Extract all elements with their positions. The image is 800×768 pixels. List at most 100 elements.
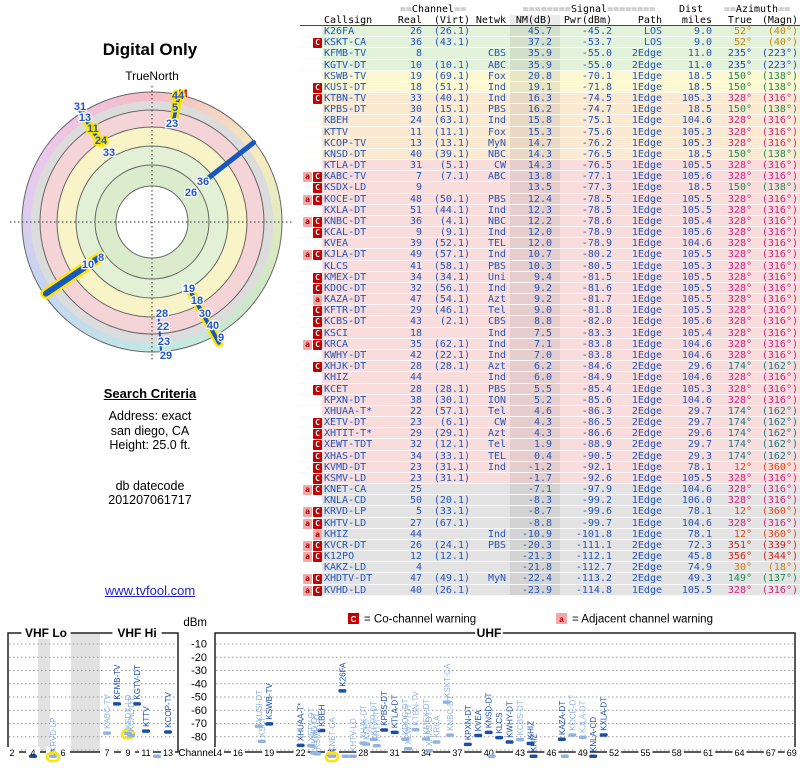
dbm-tick-label: -60 <box>191 705 207 717</box>
virtual-channel-cell: (12.1) <box>433 439 470 450</box>
station-row-KFTR-DT: C KFTR-DT 29 (46.1) Tel 9.0 -81.8 1Edge 105.5 328… <box>300 305 800 317</box>
callsign-cell: KLCS <box>324 260 349 271</box>
station-row-KPBS-DT: KPBS-DT 30 (15.1) PBS 16.2 -74.7 1Edge 18.5 150°… <box>300 104 800 116</box>
noise-margin-cell: 16.3 <box>510 93 560 104</box>
channel-tick-label: 52 <box>609 748 619 758</box>
magnetic-azimuth-cell: (316°) <box>761 338 798 349</box>
path-cell: 1Edge <box>631 160 662 171</box>
station-row-XEWT-TDT: C XEWT-TDT 32 (12.1) Tel 1.9 -88.9 2Edge 29.7 174… <box>300 439 800 451</box>
magnetic-azimuth-cell: (316°) <box>761 126 798 137</box>
real-channel-cell: 28 <box>409 361 422 372</box>
signal-marker-KCET <box>362 742 371 746</box>
distance-cell: 18.5 <box>687 182 712 193</box>
magnetic-azimuth-cell: (316°) <box>761 204 798 215</box>
path-cell: 1Edge <box>631 282 662 294</box>
virtual-channel-cell: (56.1) <box>433 282 470 294</box>
true-azimuth-cell: 328° <box>727 115 752 126</box>
virtual-channel-cell: (7.1) <box>439 171 470 182</box>
virtual-channel-cell <box>422 529 470 539</box>
channel-tick-label: 64 <box>734 748 744 758</box>
magnetic-azimuth-cell: (316°) <box>761 137 798 148</box>
station-row-K12PO: a C K12PO 12 (12.1) -21.3 -112.1 2Edge 45.8 356° (… <box>300 551 800 563</box>
svg-text:a: a <box>559 615 564 624</box>
station-row-KAKZ-LD: KAKZ-LD 4 -21.8 -112.7 2Edge 74.9 30° (18°) <box>300 562 800 574</box>
path-cell: 1Edge <box>631 461 662 472</box>
station-row-KVCR-DT: a C KVCR-DT 26 (24.1) PBS -20.3 -111.1 2Edge 72.3… <box>300 539 800 552</box>
noise-margin-cell: 14.3 <box>510 160 560 171</box>
path-cell: 1Edge <box>631 260 662 271</box>
distance-cell: 104.6 <box>681 338 712 349</box>
power-cell: -45.2 <box>581 26 612 37</box>
true-azimuth-cell: 150° <box>727 148 752 160</box>
station-row-KPXN-DT: KPXN-DT 38 (30.1) ION 5.2 -85.6 1Edge 104.6 328°… <box>300 394 800 406</box>
tvfool-link[interactable]: www.tvfool.com <box>0 583 300 598</box>
channel-tick-label: 6 <box>60 748 65 758</box>
virtual-channel-cell: (51.1) <box>433 81 470 93</box>
network-cell: Tel <box>487 439 506 450</box>
path-cell: 1Edge <box>631 394 662 405</box>
true-azimuth-cell: 235° <box>727 48 752 59</box>
network-cell: Ind <box>487 349 506 361</box>
power-cell: -99.6 <box>581 506 612 517</box>
signal-marker-XHTIT-T* <box>372 743 381 748</box>
distance-cell: 74.9 <box>687 562 712 573</box>
path-cell: 1Edge <box>631 182 662 193</box>
callsign-cell: KVHD-LD <box>324 584 367 595</box>
power-cell: -78.6 <box>581 215 612 227</box>
magnetic-azimuth-cell: (316°) <box>761 193 798 204</box>
magnetic-azimuth-cell: (316°) <box>761 294 798 305</box>
adjacent-channel-warning-icon: a <box>303 552 312 563</box>
noise-margin-cell: 37.2 <box>510 37 560 48</box>
signal-marker-label: KOCE-DT <box>568 695 577 731</box>
real-channel-cell: 36 <box>409 215 422 227</box>
distance-cell: 105.5 <box>681 249 712 260</box>
radar-channel-label: 10 <box>82 259 94 271</box>
station-row-KHIZ: KHIZ 44 Ind 6.0 -84.9 1Edge 104.6 328° (316°) <box>300 372 800 384</box>
network-cell: Azt <box>487 294 506 305</box>
callsign-cell: XHDTV-DT <box>324 573 373 584</box>
signal-marker-KABC-TV <box>103 731 111 735</box>
virtual-channel-cell <box>422 182 470 192</box>
true-azimuth-cell: 150° <box>727 182 752 193</box>
distance-cell: 105.5 <box>681 204 712 215</box>
true-azimuth-cell: 174° <box>727 439 752 450</box>
distance-cell: 29.7 <box>687 439 712 450</box>
signal-marker-label: KNLA-CD <box>589 717 598 752</box>
channel-tick-label: 49 <box>578 748 588 758</box>
power-cell: -76.5 <box>581 148 612 160</box>
power-cell: -84.6 <box>581 361 612 372</box>
network-cell <box>470 506 510 516</box>
station-row-KOCE-DT: a C KOCE-DT 48 (50.1) PBS 12.4 -78.5 1Edge 105.5 3… <box>300 193 800 205</box>
real-channel-cell: 9 <box>415 182 422 193</box>
distance-cell: 18.5 <box>687 148 712 160</box>
noise-margin-cell: 5.5 <box>510 383 560 394</box>
noise-margin-cell: 7.0 <box>510 349 560 361</box>
true-azimuth-cell: 328° <box>727 282 752 294</box>
true-azimuth-cell: 12° <box>733 506 752 517</box>
path-cell: 1Edge <box>631 204 662 215</box>
radar-channel-label: 24 <box>95 135 108 147</box>
true-azimuth-cell: 356° <box>727 551 752 562</box>
virtual-channel-cell: (67.1) <box>433 517 470 528</box>
signal-marker-label: KTLA-DT <box>391 695 400 728</box>
dbm-tick-label: -30 <box>191 665 207 677</box>
virtual-channel-cell: (11.1) <box>433 126 470 137</box>
signal-marker-KSMV-LD <box>313 751 322 756</box>
co-channel-warning-icon: C <box>313 183 322 194</box>
co-channel-warning-icon: C <box>313 194 322 205</box>
distance-cell: 105.6 <box>681 171 712 182</box>
virtual-channel-cell: (40.1) <box>433 93 470 104</box>
adjacent-channel-warning-icon: a <box>303 585 312 596</box>
true-azimuth-cell: 328° <box>727 227 752 238</box>
path-cell: 1Edge <box>631 484 662 495</box>
noise-margin-cell: -8.3 <box>510 495 560 506</box>
signal-marker-XEWT-TDT <box>404 747 413 751</box>
signal-marker-label: KRVD-LP <box>49 717 58 752</box>
signal-marker-label: KNSD-DT <box>485 692 494 728</box>
noise-margin-cell: 10.3 <box>510 260 560 271</box>
power-cell: -78.9 <box>581 227 612 238</box>
network-cell: Ind <box>487 461 506 472</box>
dbm-tick-label: -10 <box>191 639 207 651</box>
virtual-channel-cell: (26.1) <box>433 26 470 37</box>
real-channel-cell: 18 <box>409 327 422 338</box>
